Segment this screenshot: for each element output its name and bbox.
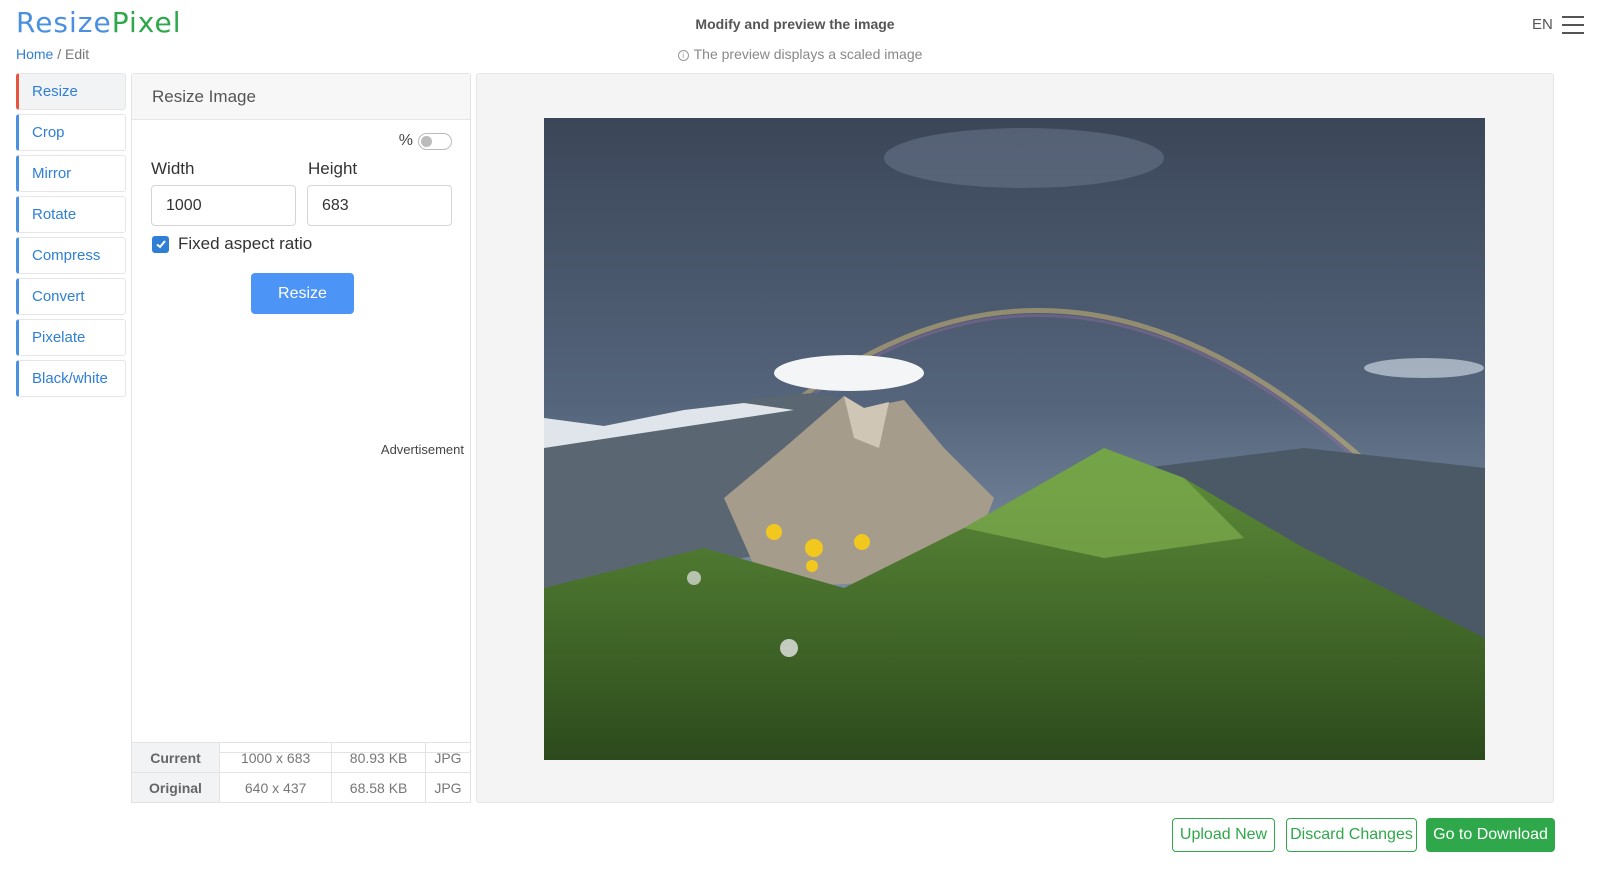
upload-new-button[interactable]: Upload New — [1172, 818, 1275, 852]
sidebar-item-convert[interactable]: Convert — [16, 278, 126, 315]
height-input[interactable] — [307, 185, 452, 226]
sidebar-item-resize[interactable]: Resize — [16, 73, 126, 110]
preview-note-text: The preview displays a scaled image — [693, 46, 923, 62]
landscape-photo — [544, 118, 1485, 760]
sidebar-item-rotate[interactable]: Rotate — [16, 196, 126, 233]
sidebar-item-pixelate[interactable]: Pixelate — [16, 319, 126, 356]
percent-row: % — [399, 132, 452, 150]
aspect-ratio-row: Fixed aspect ratio — [152, 234, 312, 254]
preview-note: i The preview displays a scaled image — [0, 46, 1600, 62]
percent-toggle[interactable] — [418, 132, 452, 150]
sidebar-item-black-white[interactable]: Black/white — [16, 360, 126, 397]
checkmark-icon — [155, 240, 166, 249]
sidebar-item-compress[interactable]: Compress — [16, 237, 126, 274]
language-selector[interactable]: EN — [1532, 16, 1553, 33]
height-label: Height — [308, 159, 358, 178]
original-dimensions: 640 x 437 — [218, 772, 333, 803]
preview-area — [476, 73, 1554, 803]
resize-button[interactable]: Resize — [251, 273, 354, 314]
current-size: 80.93 KB — [331, 742, 426, 773]
row-label-original: Original — [131, 772, 220, 803]
original-format: JPG — [424, 772, 472, 803]
sidebar-item-crop[interactable]: Crop — [16, 114, 126, 151]
width-label: Width — [151, 159, 195, 178]
image-info-table: Current 1000 x 683 80.93 KB JPG Original… — [131, 742, 472, 803]
aspect-ratio-checkbox[interactable] — [152, 235, 169, 253]
panel-title: Resize Image — [132, 74, 470, 120]
go-to-download-button[interactable]: Go to Download — [1426, 818, 1555, 852]
page-title-text: Modify and preview the image — [695, 16, 895, 32]
aspect-ratio-label: Fixed aspect ratio — [178, 234, 313, 253]
percent-label: % — [398, 132, 413, 149]
sidebar: Resize Crop Mirror Rotate Compress Conve… — [16, 73, 126, 401]
preview-image — [544, 118, 1485, 760]
current-dimensions: 1000 x 683 — [218, 742, 333, 773]
row-label-current: Current — [131, 742, 220, 773]
table-row: Current 1000 x 683 80.93 KB JPG — [131, 742, 472, 773]
sidebar-item-mirror[interactable]: Mirror — [16, 155, 126, 192]
current-format: JPG — [424, 742, 472, 773]
advertisement-label: Advertisement — [380, 442, 464, 457]
info-icon: i — [677, 50, 689, 61]
resize-panel: Resize Image % Width Height Fixed aspect… — [131, 73, 471, 753]
discard-changes-button[interactable]: Discard Changes — [1286, 818, 1417, 852]
table-row: Original 640 x 437 68.58 KB JPG — [131, 772, 472, 803]
page-title: Modify and preview the image — [0, 16, 1600, 32]
width-input[interactable] — [151, 185, 296, 226]
original-size: 68.58 KB — [331, 772, 426, 803]
hamburger-menu-icon[interactable] — [1562, 16, 1584, 34]
